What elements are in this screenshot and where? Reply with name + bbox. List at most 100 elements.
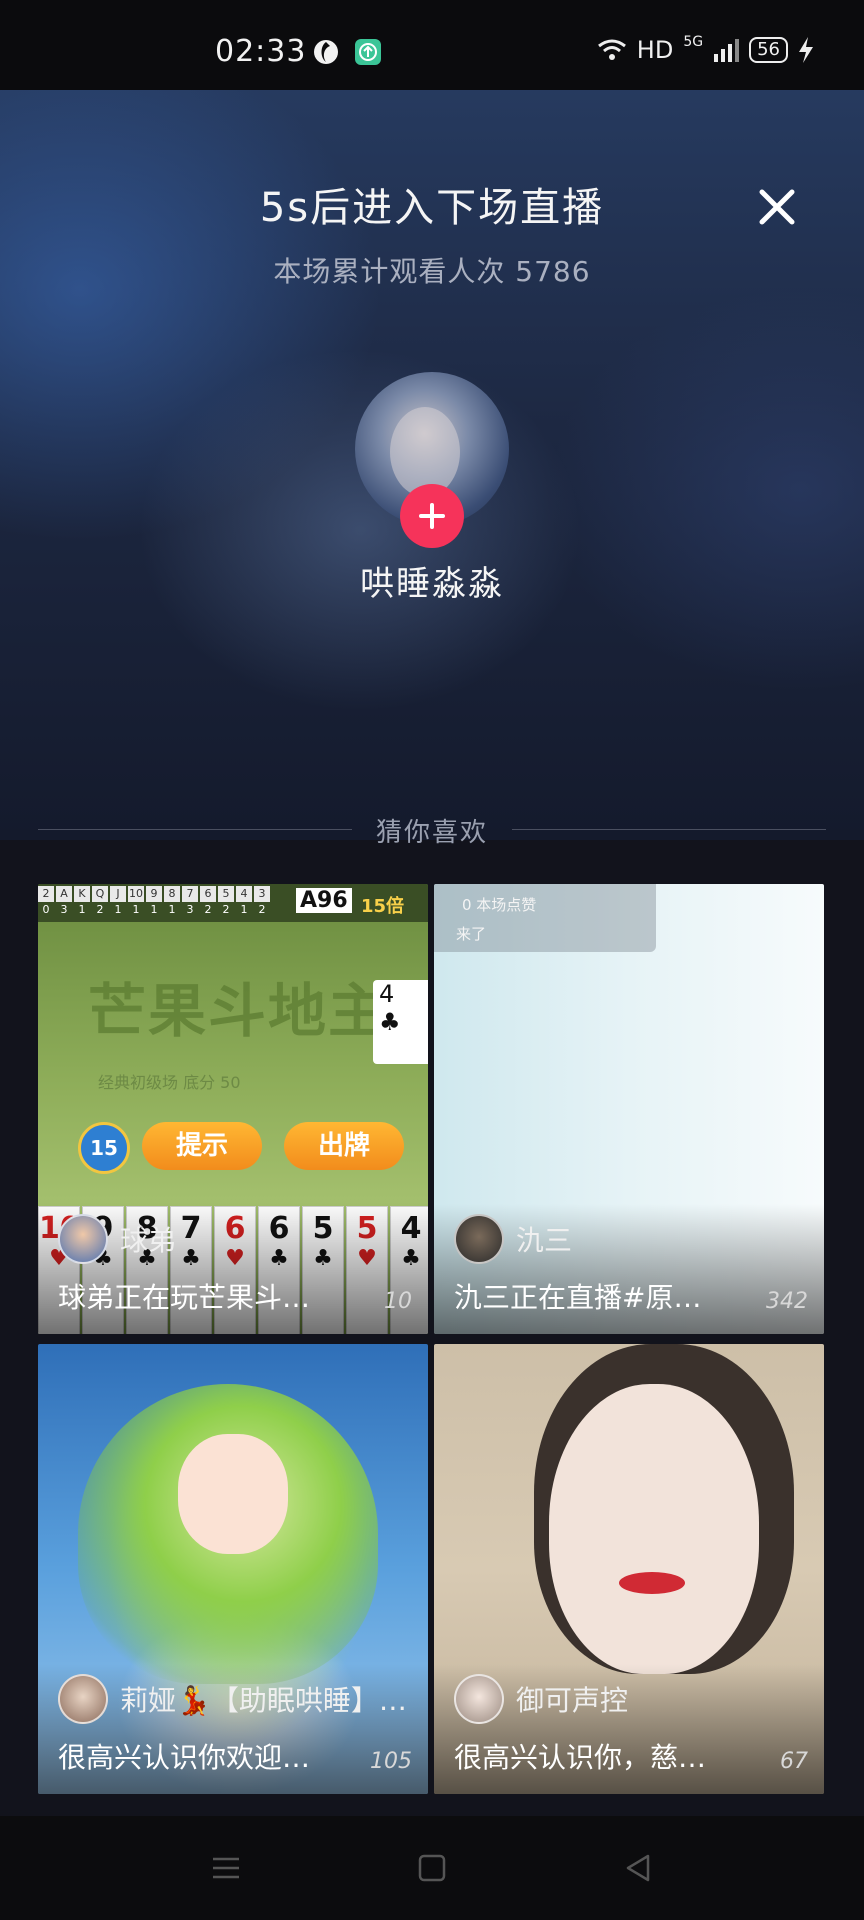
- system-nav-bar: [0, 1816, 864, 1920]
- charging-icon: [799, 37, 813, 63]
- upload-notification-icon: [355, 39, 381, 65]
- game-side-card: 4 ♣: [373, 980, 428, 1064]
- counter-count: 3: [186, 903, 194, 916]
- total-views: 本场累计观看人次 5786: [273, 255, 591, 288]
- counter-count: 1: [114, 903, 122, 916]
- counter-cell: K1: [74, 886, 90, 918]
- game-hint-button: 提示: [142, 1122, 262, 1170]
- card-description: 球弟正在玩芒果斗…: [58, 1281, 311, 1314]
- counter-count: 1: [168, 903, 176, 916]
- host-name: 球弟: [120, 1224, 177, 1257]
- counter-cell: J1: [110, 886, 126, 918]
- recommend-card[interactable]: 御可声控 很高兴认识你，慈… 67: [434, 1344, 824, 1794]
- card-host: 氿三: [454, 1214, 572, 1264]
- counter-rank: 9: [146, 886, 162, 902]
- counter-cell: Q2: [92, 886, 108, 918]
- counter-count: 2: [204, 903, 212, 916]
- status-indicators: HD 5G 56: [597, 34, 814, 64]
- viewer-count: 67: [780, 1749, 808, 1774]
- counter-count: 1: [240, 903, 248, 916]
- counter-cell: A3: [56, 886, 72, 918]
- chat-joined: 来了: [456, 925, 487, 943]
- streamer-name: 哄睡淼淼: [360, 564, 504, 604]
- counter-count: 2: [96, 903, 104, 916]
- section-title: 猜你喜欢: [375, 818, 488, 848]
- counter-count: 1: [150, 903, 158, 916]
- counter-rank: J: [110, 886, 126, 902]
- menu-icon[interactable]: [210, 1852, 242, 1884]
- wifi-icon: [597, 39, 626, 60]
- chat-likes: 0 本场点赞: [462, 896, 537, 914]
- signal-label: 5G: [683, 34, 704, 50]
- game-multiplier: 15倍: [360, 896, 404, 917]
- game-top-hand: A96: [296, 888, 352, 913]
- recommend-card[interactable]: 2 0 A 3 K 1 Q 2 J 1 10 1 9 1 8 1 7 3 6 2 5 2 4 1 3 2 A96 15倍 芒果斗地…: [38, 884, 428, 1334]
- counter-rank: 5: [218, 886, 234, 902]
- avatar-image: [390, 407, 460, 497]
- game-logo: 芒果斗地主: [88, 977, 389, 1045]
- counter-cell: 32: [254, 886, 270, 918]
- host-avatar: [454, 1674, 504, 1724]
- viewer-count: 10: [384, 1289, 412, 1314]
- counter-rank: K: [74, 886, 90, 902]
- battery-level: 56: [749, 37, 788, 63]
- app-notification-icon: [314, 40, 338, 64]
- counter-rank: 6: [200, 886, 216, 902]
- counter-rank: 10: [128, 886, 144, 902]
- plus-icon: [419, 503, 445, 529]
- host-name: 莉娅💃【助眠哄睡】…: [120, 1684, 407, 1717]
- portrait-lips: [619, 1572, 685, 1594]
- counter-cell: 52: [218, 886, 234, 918]
- portrait-face: [549, 1384, 759, 1674]
- counter-rank: 2: [38, 886, 54, 902]
- game-timer: 15: [78, 1122, 130, 1174]
- game-card-counter: 2 0 A 3 K 1 Q 2 J 1 10 1 9 1 8 1 7 3 6 2 5 2 4 1 3 2: [38, 886, 270, 918]
- recommend-card[interactable]: 0 本场点赞 来了 氿三 氿三正在直播#原… 342: [434, 884, 824, 1334]
- status-time: 02:33: [215, 34, 307, 69]
- counter-cell: 81: [164, 886, 180, 918]
- counter-cell: 73: [182, 886, 198, 918]
- follow-button[interactable]: [400, 484, 464, 548]
- card-description: 氿三正在直播#原…: [454, 1281, 702, 1314]
- counter-rank: A: [56, 886, 72, 902]
- counter-count: 1: [78, 903, 86, 916]
- counter-count: 0: [42, 903, 50, 916]
- card-description: 很高兴认识你，慈…: [454, 1741, 707, 1774]
- card-host: 球弟: [58, 1214, 176, 1264]
- host-name: 御可声控: [516, 1684, 629, 1717]
- host-name: 氿三: [516, 1224, 573, 1257]
- close-icon[interactable]: [752, 182, 802, 232]
- recommend-section-header: 猜你喜欢: [38, 812, 826, 848]
- home-icon[interactable]: [416, 1852, 448, 1884]
- game-top-bar: 2 0 A 3 K 1 Q 2 J 1 10 1 9 1 8 1 7 3 6 2 5 2 4 1 3 2 A96 15倍: [38, 884, 428, 922]
- counter-rank: 3: [254, 886, 270, 902]
- host-avatar: [454, 1214, 504, 1264]
- host-avatar: [58, 1674, 108, 1724]
- counter-count: 1: [132, 903, 140, 916]
- live-chat-overlay: 0 本场点赞 来了: [434, 884, 656, 952]
- anime-face: [178, 1434, 288, 1554]
- host-avatar: [58, 1214, 108, 1264]
- card-host: 莉娅💃【助眠哄睡】…: [58, 1674, 407, 1724]
- side-card-rank: 4: [379, 980, 395, 1008]
- back-icon[interactable]: [622, 1852, 654, 1884]
- viewer-count: 342: [766, 1289, 808, 1314]
- counter-cell: 62: [200, 886, 216, 918]
- counter-rank: Q: [92, 886, 108, 902]
- game-play-button: 出牌: [284, 1122, 404, 1170]
- counter-cell: 41: [236, 886, 252, 918]
- next-live-countdown: 5s后进入下场直播: [259, 185, 605, 231]
- counter-cell: 20: [38, 886, 54, 918]
- network-label: HD: [636, 36, 674, 64]
- viewer-count: 105: [370, 1749, 412, 1774]
- counter-rank: 7: [182, 886, 198, 902]
- counter-count: 3: [60, 903, 68, 916]
- counter-count: 2: [222, 903, 230, 916]
- recommend-card[interactable]: 莉娅💃【助眠哄睡】… 很高兴认识你欢迎… 105: [38, 1344, 428, 1794]
- signal-icon: [714, 39, 740, 62]
- card-description: 很高兴认识你欢迎…: [58, 1741, 311, 1774]
- counter-rank: 4: [236, 886, 252, 902]
- status-bar: 02:33 HD 5G 56: [0, 0, 864, 90]
- card-host: 御可声控: [454, 1674, 628, 1724]
- game-room-info: 经典初级场 底分 50: [98, 1073, 241, 1092]
